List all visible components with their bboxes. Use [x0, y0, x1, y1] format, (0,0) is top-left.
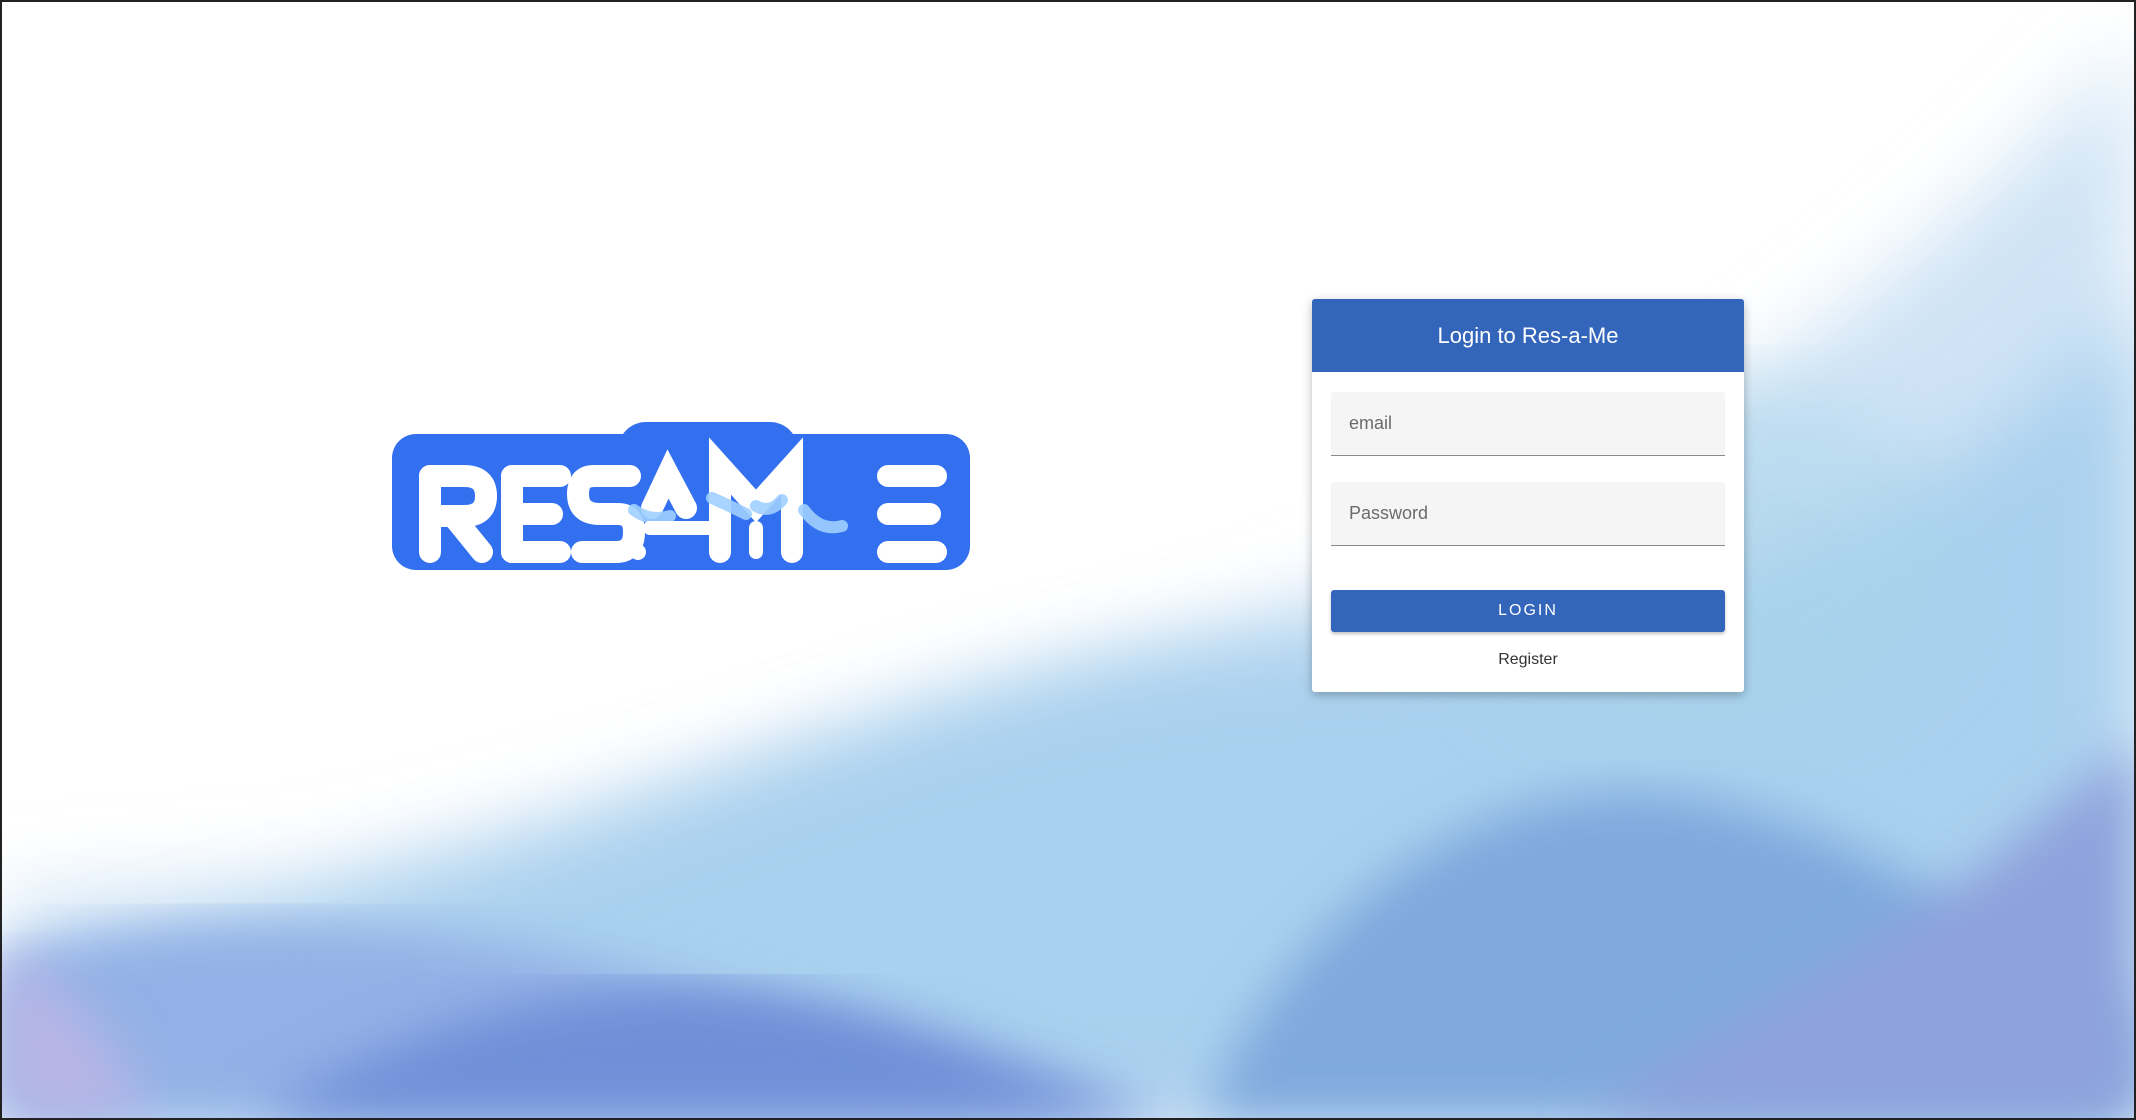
password-field[interactable]: [1331, 482, 1725, 545]
email-field-container: [1331, 392, 1725, 456]
password-field-container: [1331, 482, 1725, 546]
background-waves: [2, 2, 2134, 1118]
res-a-me-logo: [390, 410, 972, 580]
login-page: Login to Res-a-Me LOGIN Register: [0, 0, 2136, 1120]
login-card: Login to Res-a-Me LOGIN Register: [1312, 299, 1744, 692]
email-field[interactable]: [1331, 392, 1725, 455]
register-link[interactable]: Register: [1312, 651, 1744, 669]
login-title: Login to Res-a-Me: [1312, 299, 1744, 372]
login-button[interactable]: LOGIN: [1331, 590, 1725, 632]
